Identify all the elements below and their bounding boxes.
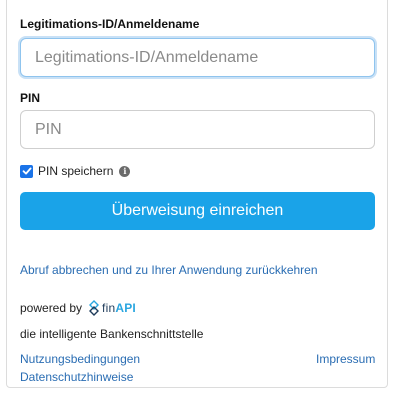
save-pin-label[interactable]: PIN speichern xyxy=(38,164,113,178)
logo-api: API xyxy=(115,301,136,315)
pin-input[interactable] xyxy=(20,110,375,149)
tagline: die intelligente Bankenschnittstelle xyxy=(20,327,204,341)
powered-by-row: powered by finAPI xyxy=(20,300,136,316)
id-field-label: Legitimations-ID/Anmeldename xyxy=(20,17,200,31)
imprint-link[interactable]: Impressum xyxy=(316,352,375,366)
abort-link[interactable]: Abruf abbrechen und zu Ihrer Anwendung z… xyxy=(20,263,318,277)
finapi-logo-icon xyxy=(89,300,100,316)
logo-fin: fin xyxy=(102,301,116,315)
finapi-logo: finAPI xyxy=(88,300,136,316)
check-icon xyxy=(22,167,32,175)
terms-link[interactable]: Nutzungsbedingungen xyxy=(20,352,140,366)
id-input[interactable] xyxy=(20,38,375,77)
save-pin-row: PIN speichern i xyxy=(20,163,131,179)
save-pin-checkbox[interactable] xyxy=(20,164,33,178)
info-icon[interactable]: i xyxy=(119,165,131,177)
submit-button[interactable]: Überweisung einreichen xyxy=(20,192,375,230)
privacy-link[interactable]: Datenschutzhinweise xyxy=(20,370,133,384)
pin-field-label: PIN xyxy=(20,91,41,105)
powered-by-text: powered by xyxy=(20,301,83,315)
